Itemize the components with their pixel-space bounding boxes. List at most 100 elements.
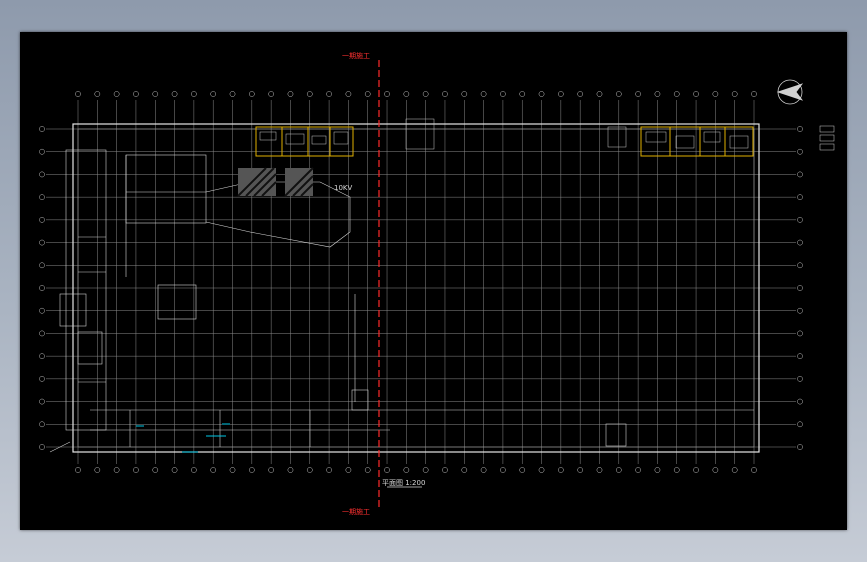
- axis-bubble: [248, 467, 255, 473]
- axis-bubble: [39, 285, 45, 291]
- axis-bubble: [39, 239, 45, 246]
- axis-bubble: [635, 467, 641, 473]
- axis-bubble: [635, 91, 641, 97]
- axis-bubble: [797, 194, 803, 200]
- axis-bubble: [797, 398, 803, 405]
- axis-bubble: [480, 91, 487, 97]
- axis-bubble: [797, 307, 803, 314]
- axis-bubble: [577, 467, 584, 473]
- axis-bubble: [615, 467, 622, 473]
- axis-bubble: [133, 91, 139, 97]
- axis-bubble: [654, 91, 661, 97]
- legend-block: [819, 125, 835, 151]
- scale-label: 平面图 1:200: [382, 479, 426, 487]
- axis-bubble: [615, 91, 622, 97]
- axis-bubble: [422, 91, 429, 97]
- axis-bubble: [403, 91, 410, 97]
- axis-bubble: [797, 239, 803, 246]
- axis-bubble: [731, 91, 738, 97]
- axis-bubble: [538, 91, 545, 97]
- column-grid-horizontal: [46, 128, 796, 448]
- axis-bubble: [268, 467, 274, 473]
- axis-bubble: [75, 467, 81, 473]
- axis-bubble: [39, 353, 45, 359]
- axis-bubble: [39, 148, 45, 155]
- axis-bubble: [797, 330, 803, 337]
- axis-bubble: [94, 467, 101, 473]
- axis-bubble: [384, 91, 390, 97]
- axis-bubble: [326, 91, 332, 97]
- floor-plan-drawing[interactable]: [20, 32, 847, 530]
- axis-bubble: [693, 91, 699, 97]
- axis-bubble: [229, 467, 236, 473]
- axis-bubble: [287, 91, 294, 97]
- axis-bubble: [75, 91, 81, 97]
- axis-bubble: [326, 467, 332, 473]
- axis-bubble: [577, 91, 584, 97]
- axis-bubble: [461, 91, 468, 97]
- axis-bubble: [654, 467, 661, 473]
- axis-bubble: [797, 285, 803, 291]
- bottom-room-strip: [90, 389, 754, 447]
- axis-bubble: [797, 421, 803, 428]
- axis-bubble: [39, 126, 45, 132]
- axis-bubble: [306, 467, 313, 473]
- axis-bubble: [442, 91, 448, 97]
- axis-bubble: [39, 398, 45, 405]
- axis-bubble: [39, 194, 45, 200]
- axis-bubble: [345, 467, 352, 473]
- grid-axis-bubbles: [39, 91, 803, 473]
- axis-bubble: [39, 262, 45, 269]
- axis-bubble: [797, 376, 803, 382]
- axis-bubble: [596, 467, 603, 473]
- axis-bubble: [113, 91, 120, 97]
- axis-bubble: [39, 217, 45, 223]
- axis-bubble: [39, 444, 45, 450]
- north-arrow-icon: [776, 79, 804, 105]
- axis-bubble: [94, 91, 101, 97]
- axis-bubble: [519, 467, 526, 473]
- axis-bubble: [229, 91, 236, 97]
- axis-bubble: [500, 467, 506, 473]
- axis-bubble: [422, 467, 429, 473]
- axis-bubble: [268, 91, 274, 97]
- axis-bubble: [287, 467, 294, 473]
- axis-bubble: [519, 91, 526, 97]
- axis-bubble: [797, 126, 803, 132]
- axis-bubble: [538, 467, 545, 473]
- hatched-equipment: [237, 167, 314, 197]
- axis-bubble: [133, 467, 139, 473]
- axis-bubble: [712, 467, 719, 473]
- axis-bubble: [364, 91, 371, 97]
- axis-bubble: [596, 91, 603, 97]
- axis-bubble: [673, 91, 680, 97]
- axis-bubble: [39, 330, 45, 337]
- axis-bubble: [152, 467, 159, 473]
- axis-bubble: [384, 467, 390, 473]
- axis-bubble: [191, 91, 197, 97]
- axis-bubble: [712, 91, 719, 97]
- axis-bubble: [797, 171, 803, 178]
- axis-bubble: [673, 467, 680, 473]
- axis-bubble: [797, 353, 803, 359]
- axis-bubble: [39, 171, 45, 178]
- axis-bubble: [171, 91, 178, 97]
- axis-bubble: [248, 91, 255, 97]
- axis-bubble: [345, 91, 352, 97]
- column-grid-vertical: [77, 100, 755, 464]
- room-label-10kv: 10KV: [334, 184, 353, 192]
- axis-bubble: [797, 262, 803, 269]
- equipment-markers: [136, 423, 230, 453]
- axis-bubble: [480, 467, 487, 473]
- drawing-canvas[interactable]: 一期施工 一期施工 平面图 1:200 10KV: [20, 32, 847, 530]
- axis-bubble: [210, 467, 217, 473]
- axis-bubble: [693, 467, 699, 473]
- axis-bubble: [558, 91, 564, 97]
- axis-bubble: [306, 91, 313, 97]
- axis-bubble: [461, 467, 468, 473]
- axis-bubble: [797, 148, 803, 155]
- axis-bubble: [39, 421, 45, 428]
- axis-bubble: [191, 467, 197, 473]
- axis-bubble: [113, 467, 120, 473]
- axis-bubble: [442, 467, 448, 473]
